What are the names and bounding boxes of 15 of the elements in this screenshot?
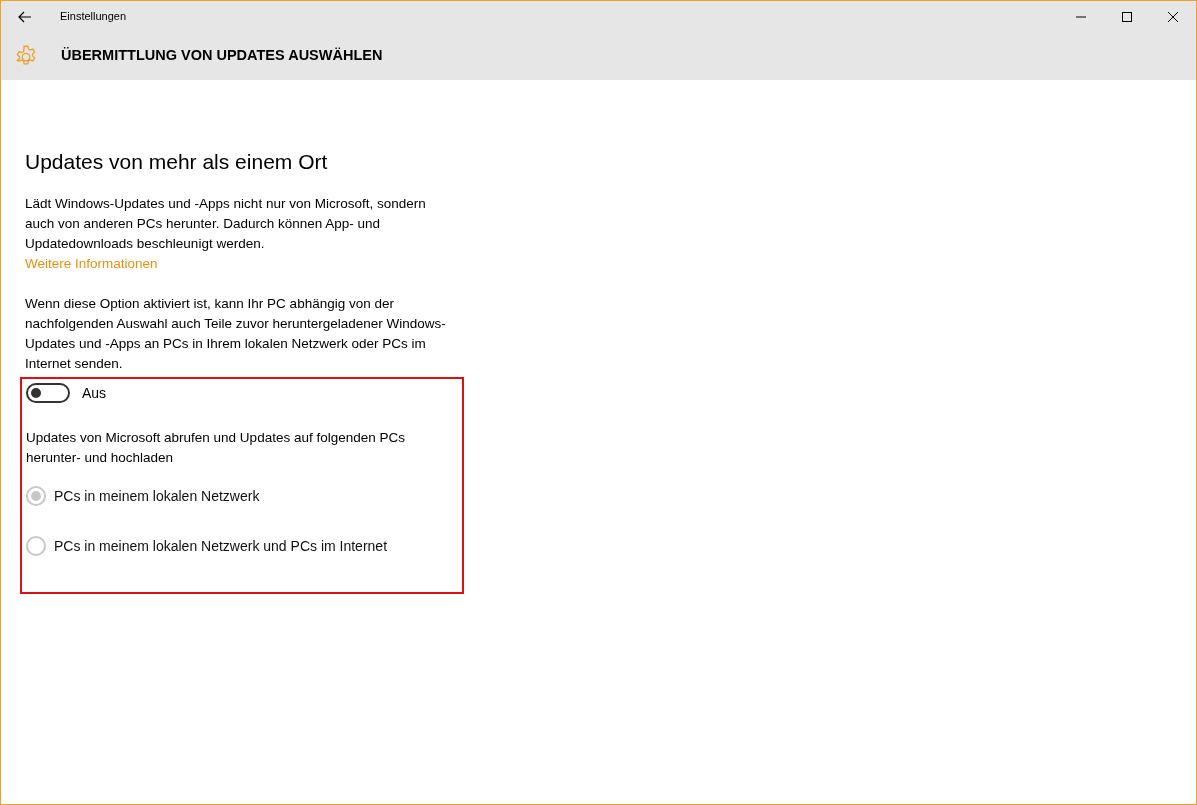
radio-label: PCs in meinem lokalen Netzwerk und PCs im Internet xyxy=(54,536,388,556)
more-info-link[interactable]: Weitere Informationen xyxy=(25,253,158,274)
explanation-text: Wenn diese Option aktiviert ist, kann Ihr PC abhängig von der nachfolgenden Auswahl auch Teile zuvor heruntergeladener Windows-Updates und -Apps an PCs in Ihrem lokalen Netzwerk oder PCs im Internet senden. xyxy=(25,294,447,373)
window-title: Einstellungen xyxy=(60,9,127,25)
maximize-icon xyxy=(1122,11,1132,22)
description-text: Lädt Windows-Updates und -Apps nicht nur von Microsoft, sondern auch von anderen PCs herunter. Dadurch können App- und Updatedownloads beschleunigt werden. xyxy=(25,194,427,253)
close-icon xyxy=(1168,11,1178,22)
minimize-icon xyxy=(1076,15,1086,18)
section-heading: Updates von mehr als einem Ort xyxy=(25,149,329,175)
radio-label: PCs in meinem lokalen Netzwerk xyxy=(54,486,260,506)
toggle-switch[interactable] xyxy=(26,383,70,403)
back-arrow-icon xyxy=(18,10,32,23)
toggle-label: Aus xyxy=(82,383,107,403)
options-label: Updates von Microsoft abrufen und Updates auf folgenden PCs herunter- und hochladen xyxy=(26,428,406,467)
page-title: ÜBERMITTLUNG VON UPDATES AUSWÄHLEN xyxy=(61,46,383,66)
